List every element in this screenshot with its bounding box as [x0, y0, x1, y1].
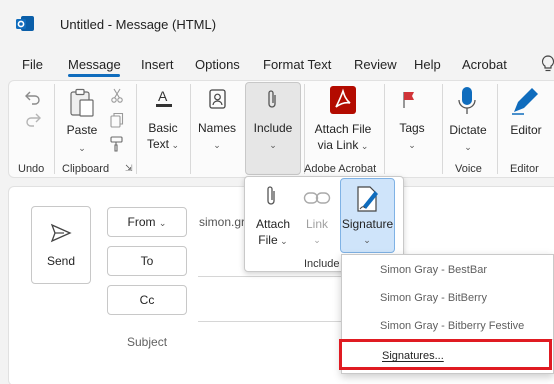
signature-chevron-icon: ⌄ [363, 235, 371, 245]
menu-acrobat[interactable]: Acrobat [462, 57, 507, 72]
tags-label[interactable]: Tags [390, 120, 434, 136]
menu-file[interactable]: File [22, 57, 43, 72]
to-button[interactable]: To [107, 246, 187, 276]
attach-file-line2: File [258, 233, 278, 247]
editor-group-label: Editor [510, 163, 539, 175]
title-bar: Untitled - Message (HTML) [0, 0, 554, 48]
editor-pen-icon[interactable] [510, 86, 542, 116]
group-separator [497, 84, 498, 174]
dictate-label[interactable]: Dictate [445, 122, 491, 138]
send-icon [50, 223, 72, 243]
menu-help[interactable]: Help [414, 57, 441, 72]
subject-label: Subject [127, 335, 168, 349]
link-button[interactable]: Link ⌄ [300, 216, 334, 248]
window-title: Untitled - Message (HTML) [60, 17, 217, 32]
from-button[interactable]: From ⌄ [107, 207, 187, 237]
attach-via-link-line2: via Link [317, 138, 359, 152]
outlook-icon [16, 16, 34, 31]
include-group-label: Include [304, 258, 340, 270]
group-separator [54, 84, 55, 174]
clipboard-group-label: Clipboard [62, 163, 110, 175]
chevron-down-icon: ⌄ [313, 235, 321, 245]
menu-options[interactable]: Options [195, 57, 240, 72]
attach-via-link-label[interactable]: Attach File via Link ⌄ [310, 121, 376, 154]
link-icon [303, 192, 331, 204]
paste-label[interactable]: Paste [60, 122, 104, 138]
adobe-acrobat-group-label: Adobe Acrobat [304, 163, 377, 175]
names-label[interactable]: Names [195, 120, 239, 136]
menu-review[interactable]: Review [354, 57, 397, 72]
chevron-down-icon: ⌄ [358, 141, 369, 151]
dialog-launcher-icon[interactable]: ⇲ [125, 163, 133, 174]
attach-via-link-line1: Attach File [314, 122, 372, 136]
redo-icon[interactable] [24, 111, 42, 127]
group-separator [136, 84, 137, 174]
paste-chevron-icon[interactable]: ⌄ [76, 140, 88, 156]
menu-format-text[interactable]: Format Text [263, 57, 331, 72]
address-book-icon[interactable] [208, 88, 228, 110]
active-tab-indicator [68, 74, 120, 77]
cc-button[interactable]: Cc [107, 285, 187, 315]
group-separator [384, 84, 385, 174]
basic-text-line1: Basic [148, 121, 178, 135]
basic-text-line2: Text [146, 137, 169, 151]
include-chevron-icon: ⌄ [269, 140, 277, 150]
attach-file-line1: Attach [255, 217, 291, 231]
signature-item-bitberry-festive[interactable]: Simon Gray - Bitberry Festive [380, 320, 524, 332]
lightbulb-icon[interactable] [541, 55, 554, 73]
editor-label[interactable]: Editor [502, 122, 550, 138]
link-label: Link [305, 217, 328, 231]
chevron-down-icon: ⌄ [168, 140, 180, 150]
from-label: From [127, 215, 156, 229]
paperclip-icon [268, 90, 276, 108]
from-value: simon.gr [199, 215, 246, 229]
microphone-icon[interactable] [456, 86, 478, 116]
signatures-menu-item[interactable]: Signatures... [339, 339, 552, 370]
undo-icon[interactable] [24, 89, 42, 105]
signatures-label: Signatures... [382, 350, 444, 362]
menu-insert[interactable]: Insert [141, 57, 174, 72]
signature-label: Signature [341, 217, 394, 231]
undo-group-label: Undo [18, 163, 45, 175]
flag-icon[interactable] [402, 90, 416, 110]
signature-item-bestbar[interactable]: Simon Gray - BestBar [380, 264, 487, 276]
menu-message[interactable]: Message [68, 57, 121, 72]
chevron-down-icon: ⌄ [277, 236, 288, 246]
group-separator [304, 84, 305, 174]
svg-text:A: A [158, 88, 168, 104]
dictate-chevron-icon[interactable]: ⌄ [462, 139, 474, 155]
cut-icon[interactable] [110, 88, 124, 104]
group-separator [442, 84, 443, 174]
basic-text-label[interactable]: Basic Text ⌄ [141, 120, 185, 153]
voice-group-label: Voice [455, 163, 482, 175]
include-label: Include [253, 121, 293, 135]
font-color-icon[interactable]: A [153, 87, 175, 109]
paperclip-icon [267, 186, 275, 205]
names-chevron-icon[interactable]: ⌄ [211, 137, 223, 153]
signature-button[interactable]: Signature ⌄ [340, 178, 395, 253]
send-label: Send [46, 254, 76, 268]
format-painter-icon[interactable] [110, 136, 124, 152]
attach-file-button[interactable]: Attach File ⌄ [248, 216, 298, 249]
copy-icon[interactable] [110, 112, 124, 128]
send-button[interactable]: Send [31, 206, 91, 284]
adobe-acrobat-icon[interactable] [329, 85, 357, 115]
signature-icon [357, 186, 378, 212]
paste-icon[interactable] [68, 88, 96, 118]
signature-item-bitberry[interactable]: Simon Gray - BitBerry [380, 292, 487, 304]
chevron-down-icon: ⌄ [158, 218, 167, 228]
tags-chevron-icon[interactable]: ⌄ [406, 137, 418, 153]
group-separator [190, 84, 191, 174]
